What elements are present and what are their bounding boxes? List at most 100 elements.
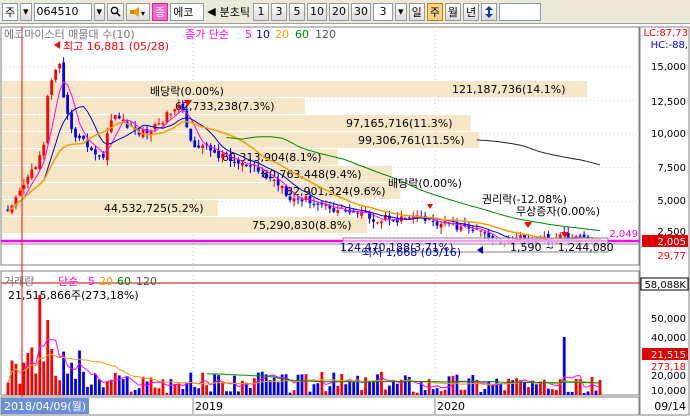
period-5-button[interactable]: 5 [289,2,306,21]
chart-area[interactable]: 121,187,736(14.1%) 62,733,238(7.3%) 97,165… [0,25,690,416]
prev-arrow-icon[interactable]: ◀ [206,5,216,18]
candle-body [356,212,360,214]
speaker-icon[interactable]: ▾ [126,2,151,21]
code-dropdown-icon[interactable]: ▾ [93,2,106,21]
volume-bar [50,348,54,395]
volume-bar [352,381,356,395]
tab-day[interactable]: 일 [408,2,425,21]
candle-body [336,210,340,213]
candle-body [38,155,42,169]
volume-bar [388,385,391,395]
volume-max-label: 58,088K [644,280,686,291]
volume-bar [415,392,419,395]
legend-ma10: 10 [256,28,270,41]
volume-bar [479,392,483,395]
volume-bar [58,380,62,395]
legend-ma20: 20 [275,28,289,41]
period-10-button[interactable]: 10 [307,2,328,21]
candle-body [201,145,205,148]
search-icon[interactable] [107,2,125,21]
candle-body [46,96,50,144]
tab-week[interactable]: 주 [426,2,443,21]
candle-body [372,219,375,222]
candle-body [479,230,483,232]
volume-bar [459,389,463,395]
candle-body [217,150,220,158]
period-1-button[interactable]: 1 [253,2,270,21]
candle-body [113,115,117,119]
hc-label: HC:-88, [651,40,688,51]
last-volume-pct: 273,18 [651,362,686,373]
updown-arrow-icon[interactable] [481,2,498,21]
volume-bar [74,378,77,395]
candle-body [260,172,264,174]
volume-bar [535,384,538,395]
candle-type-label[interactable]: 분초틱 [219,4,251,20]
candle-body [407,217,411,219]
toolbar-blank-field[interactable] [499,2,542,21]
volume-bar [340,374,344,395]
period-20-button[interactable]: 20 [329,2,350,21]
candle-body [161,123,165,125]
volume-bar [395,383,399,395]
candle-body [22,185,26,190]
vy-tick-40000: 40,000 [651,333,686,344]
combo-dropdown-icon[interactable]: ▾ [395,2,407,21]
volume-bar [503,390,507,395]
period-3-button[interactable]: 3 [271,2,288,21]
candle-body [280,185,284,189]
volume-profile-label: 99,306,761(11.5%) [358,134,465,147]
period-30-button[interactable]: 30 [351,2,372,21]
volume-bar [546,388,550,395]
candle-body [18,190,22,196]
candle-body [70,112,73,130]
candle-body [66,94,69,114]
volume-bar [483,389,487,395]
volume-bar [10,360,14,395]
candle-body [157,123,161,125]
candle-body [483,232,487,234]
tab-year[interactable]: 년 [462,2,480,21]
candle-body [427,219,431,221]
volume-profile-label: 121,187,736(14.1%) [452,83,566,96]
volume-bar [423,390,427,395]
cursor-date-label: 2018/04/09(월) [4,400,86,413]
candle-body [439,223,443,228]
candle-body [169,113,173,115]
volume-bar [177,383,181,395]
period-combo[interactable]: 3 [373,2,394,21]
candle-body [26,176,30,184]
last-volume-label: 21,515 [651,350,686,361]
y-tick-5000: 5,000 [657,196,686,207]
svg-text:▾: ▾ [141,9,145,18]
candle-body [316,203,320,205]
dividend-1-annotation: 배당락(0.00%) [150,85,224,98]
volume-bar [66,373,69,395]
market-select[interactable]: 주 [2,2,18,21]
candle-body [256,167,260,172]
candle-body [193,140,197,148]
volume-bar [94,374,97,395]
volume-bar [364,377,367,395]
volume-bar [308,391,312,395]
candle-body [74,128,77,138]
volume-profile-label: 75,290,830(8.8%) [252,219,352,232]
volume-bar [189,372,193,395]
volume-bar [324,391,328,395]
candle-body [153,124,157,129]
volume-bar [594,390,598,395]
volume-bar [22,362,26,395]
stock-flag-button[interactable]: 종 [152,2,169,21]
stock-code-input[interactable]: 064510 [33,2,92,21]
price-legend-label: 종가 단순 [185,28,229,41]
volume-bar [125,376,129,395]
tab-month[interactable]: 월 [444,2,461,21]
market-dropdown-icon[interactable]: ▾ [20,2,32,21]
volume-bar [237,391,240,395]
vlegend-ma20: 20 [99,275,113,288]
volume-bar [90,384,93,395]
candle-body [177,104,181,109]
legend-ma5: 5 [245,28,252,41]
volume-bar [332,372,336,395]
volume-bar [145,381,149,395]
